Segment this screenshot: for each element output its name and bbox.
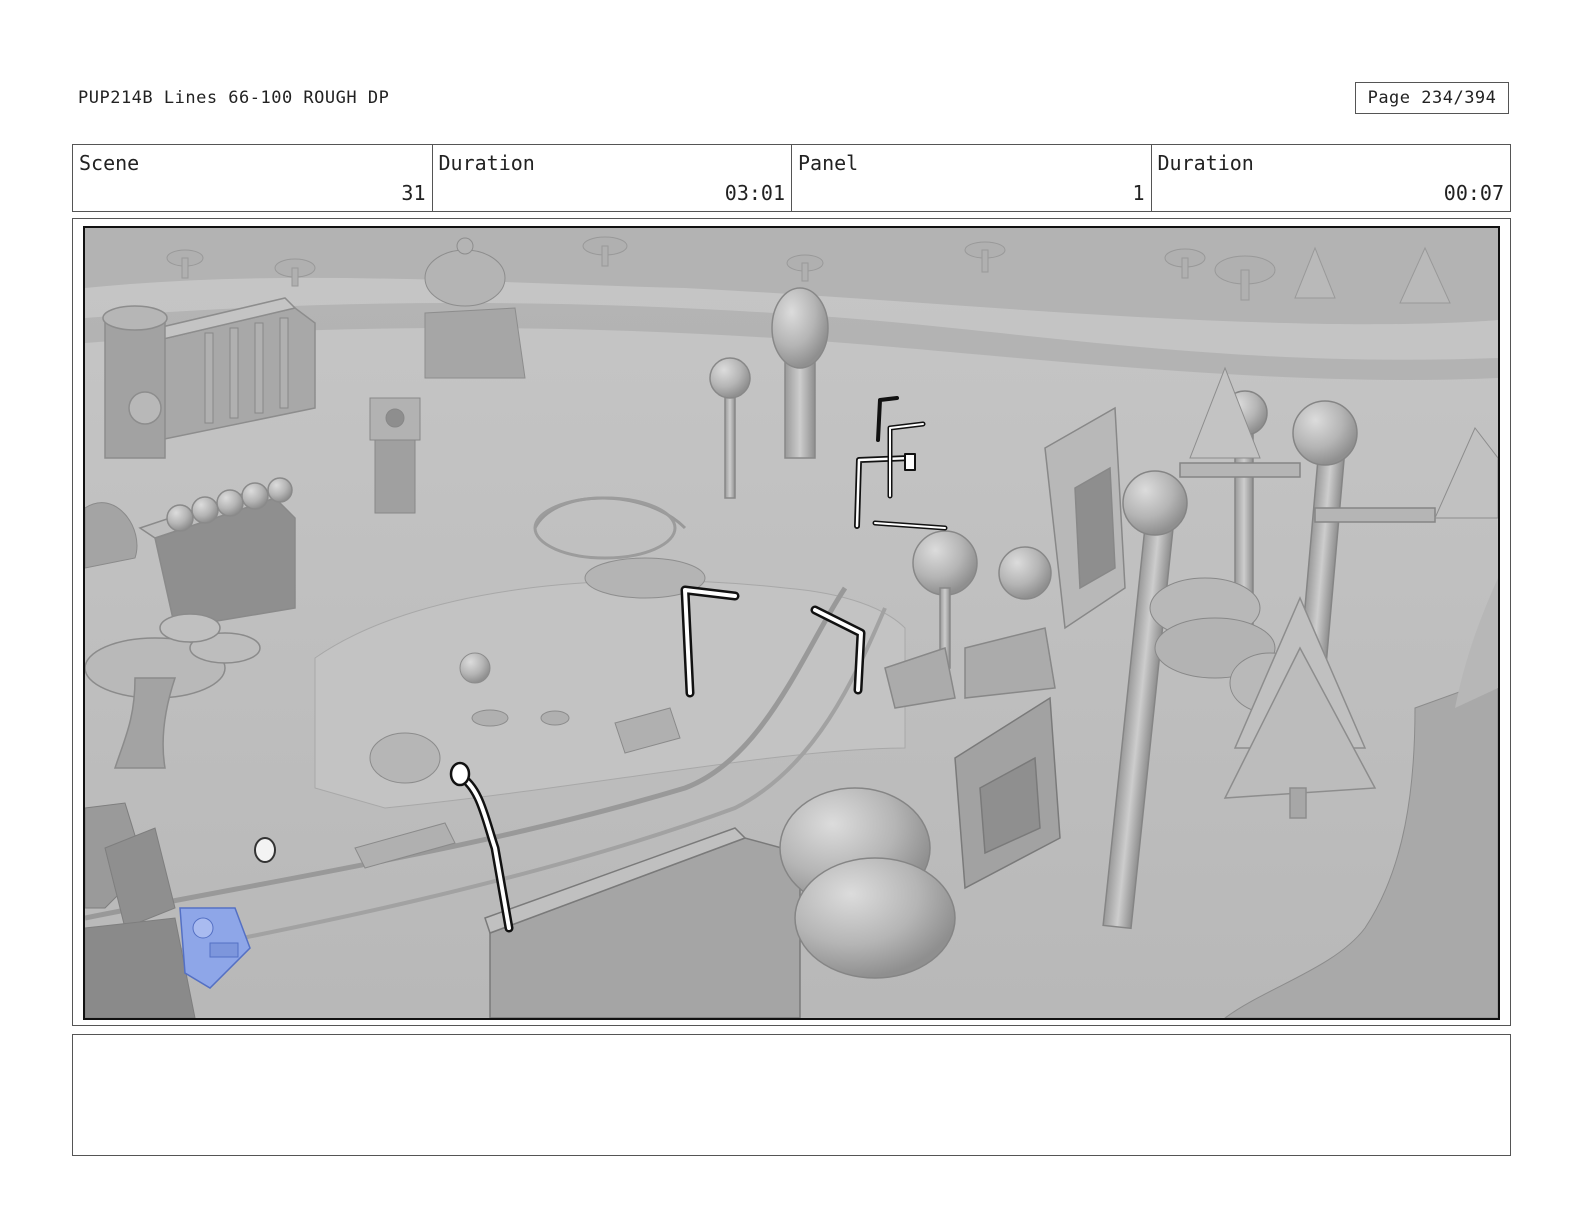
scene-info-row: Scene 31 Duration 03:01 Panel 1 Duration… xyxy=(72,144,1511,212)
town-scene-illustration xyxy=(85,228,1498,1018)
panel-notes-box xyxy=(72,1034,1511,1156)
panel-duration-cell: Duration 00:07 xyxy=(1152,145,1511,211)
panel-cell: Panel 1 xyxy=(792,145,1152,211)
scene-cell: Scene 31 xyxy=(73,145,433,211)
panel-duration-label: Duration xyxy=(1157,151,1254,175)
scene-duration-cell: Duration 03:01 xyxy=(433,145,792,211)
storyboard-panel-image xyxy=(83,226,1500,1020)
scene-value: 31 xyxy=(401,181,426,205)
panel-value: 1 xyxy=(1132,181,1145,205)
scene-duration-label: Duration xyxy=(438,151,535,175)
panel-duration-value: 00:07 xyxy=(1443,181,1504,205)
panel-label: Panel xyxy=(798,151,859,175)
page-number-box: Page 234/394 xyxy=(1355,82,1509,114)
document-title: PUP214B Lines 66-100 ROUGH DP xyxy=(78,88,390,108)
page-number: Page 234/394 xyxy=(1367,88,1497,108)
scene-label: Scene xyxy=(79,151,140,175)
storyboard-panel-frame xyxy=(72,218,1511,1026)
scene-duration-value: 03:01 xyxy=(724,181,785,205)
